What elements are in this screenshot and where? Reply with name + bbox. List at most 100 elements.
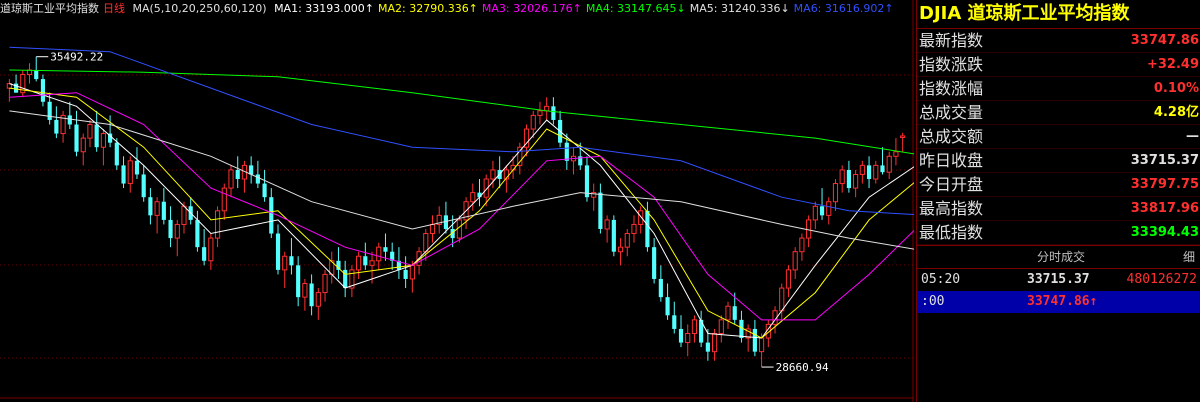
trade-header-label: 分时成交 xyxy=(1037,250,1086,264)
stat-value: 33747.86 xyxy=(1130,33,1199,48)
candle-body xyxy=(665,297,670,316)
candle-body xyxy=(470,192,476,203)
candle-body xyxy=(712,332,718,353)
candle-body xyxy=(383,247,388,252)
candle-body xyxy=(214,210,221,239)
candle-body xyxy=(705,342,710,352)
candle-body xyxy=(275,233,281,270)
candle-body xyxy=(409,264,415,280)
period-label[interactable]: 日线 xyxy=(103,2,125,15)
stat-row: 指数涨跌 +32.49 xyxy=(917,53,1200,77)
candle-body xyxy=(732,306,737,320)
candle-body xyxy=(544,105,550,112)
candle-body xyxy=(678,328,684,343)
candle-body xyxy=(403,269,408,279)
candle-body xyxy=(282,255,288,271)
stat-value: 0.10% xyxy=(1153,81,1199,96)
trade-header: 分时成交 细 xyxy=(917,245,1200,269)
stat-row: 昨日收盘 33715.37 xyxy=(917,149,1200,173)
stat-value: 33817.96 xyxy=(1130,201,1199,216)
candle-body xyxy=(652,247,657,279)
candle-body xyxy=(873,164,879,180)
high-price-label: 35492.22 xyxy=(50,51,103,64)
candle-body xyxy=(269,197,274,234)
stat-row: 最低指数 33394.43 xyxy=(917,221,1200,245)
candle-body xyxy=(322,273,328,294)
candle-body xyxy=(759,337,765,353)
candle-body xyxy=(880,165,885,173)
candle-body xyxy=(645,210,650,248)
stat-label: 今日开盘 xyxy=(919,175,984,194)
candle-body xyxy=(893,151,899,157)
candle-body xyxy=(221,187,227,212)
candle-body xyxy=(537,110,543,116)
stat-row: 指数涨幅 0.10% xyxy=(917,77,1200,101)
candle-body xyxy=(235,169,240,180)
stat-row: 总成交量 4.28亿 xyxy=(917,101,1200,125)
stat-value: 33797.75 xyxy=(1130,177,1199,192)
candle-body xyxy=(725,305,731,321)
candle-body xyxy=(40,79,46,102)
candle-body xyxy=(208,237,214,262)
low-price-label: 28660.94 xyxy=(776,361,829,374)
candle-body xyxy=(74,124,79,152)
candle-body xyxy=(154,201,160,216)
candle-body xyxy=(685,332,691,344)
candle-body xyxy=(168,219,173,239)
candle-body xyxy=(658,278,663,298)
candle-body xyxy=(80,137,86,153)
candle-body xyxy=(202,247,207,261)
candle-body xyxy=(262,183,267,198)
stat-label: 最高指数 xyxy=(919,199,984,218)
candle-body xyxy=(302,283,308,298)
detail-toggle[interactable]: 细 xyxy=(1183,246,1195,268)
ma-params: MA(5,10,20,250,60,120) xyxy=(132,2,267,15)
stat-label: 总成交量 xyxy=(919,103,984,122)
candle-body xyxy=(181,205,187,225)
candle-body xyxy=(792,251,798,271)
candle-body xyxy=(228,169,234,189)
candlestick-chart-area[interactable]: 35492.22 28660.94 道琼斯工业平均指数 日线 MA(5,10,20,… xyxy=(0,0,914,402)
candle-body xyxy=(369,260,375,266)
trade-price: 33715.37 xyxy=(1027,272,1090,287)
stat-value: 4.28亿 xyxy=(1153,105,1199,120)
candle-body xyxy=(551,106,556,120)
candle-body xyxy=(255,174,260,184)
trade-row[interactable]: 05:20 33715.37 480126272 xyxy=(917,269,1200,291)
candle-body xyxy=(624,233,630,248)
candle-body xyxy=(853,173,859,189)
candle-body xyxy=(785,269,792,289)
candle-body xyxy=(779,287,785,312)
candle-body xyxy=(67,115,72,125)
trade-row[interactable]: :00 33747.86↑ xyxy=(917,291,1200,313)
candle-body xyxy=(846,169,851,189)
stat-value: 33394.43 xyxy=(1130,225,1199,240)
candle-body xyxy=(812,205,818,221)
stat-value: 33715.37 xyxy=(1130,153,1199,168)
ma-value-1: MA1: 33193.000↑ xyxy=(274,2,374,15)
candle-body xyxy=(617,246,624,253)
candlestick-chart[interactable]: 35492.22 28660.94 xyxy=(0,0,914,402)
candle-body xyxy=(161,201,166,220)
candle-body xyxy=(866,165,872,180)
panel-title: DJIA 道琼斯工业平均指数 xyxy=(917,0,1200,29)
index-name: 道琼斯工业平均指数 xyxy=(0,2,99,15)
candle-body xyxy=(859,164,865,175)
stat-label: 总成交额 xyxy=(919,127,984,146)
candle-body xyxy=(886,155,892,173)
trade-time: :00 xyxy=(921,294,945,309)
candle-body xyxy=(456,219,462,239)
candle-body xyxy=(87,123,93,139)
candle-body xyxy=(356,255,362,271)
candle-body xyxy=(423,233,429,253)
candle-body xyxy=(114,142,119,166)
ma-value-4: MA4: 33147.645↓ xyxy=(585,2,686,15)
candle-body xyxy=(148,197,153,216)
stats-list: 最新指数 33747.86 指数涨跌 +32.49 指数涨幅 0.10% 总成交量 4.28亿… xyxy=(917,29,1200,245)
stat-row: 最新指数 33747.86 xyxy=(917,29,1200,53)
candle-body xyxy=(564,142,569,161)
ma-value-3: MA3: 32026.176↑ xyxy=(481,2,582,15)
candle-body xyxy=(691,319,698,334)
candle-body xyxy=(806,219,812,239)
candle-body xyxy=(121,165,126,184)
